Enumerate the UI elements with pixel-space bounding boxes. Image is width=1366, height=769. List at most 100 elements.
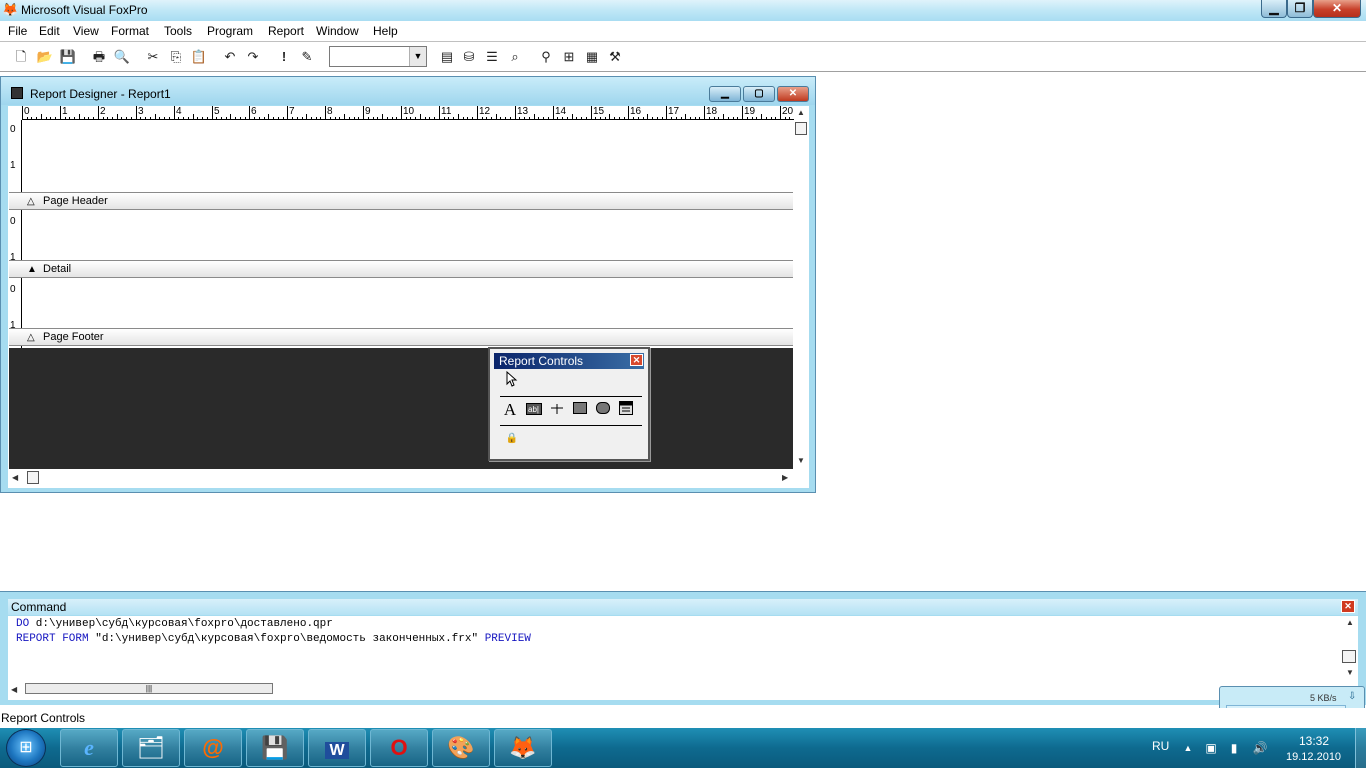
vertical-scrollbar[interactable]: ▲ ▼ bbox=[794, 106, 809, 469]
menu-tools[interactable]: Tools bbox=[161, 24, 195, 39]
menu-help[interactable]: Help bbox=[370, 24, 401, 39]
toolbox-icon[interactable]: ⚒ bbox=[604, 46, 626, 68]
page-header-area[interactable] bbox=[22, 121, 793, 192]
print-preview-icon[interactable]: 🔍 bbox=[111, 46, 133, 68]
undo-icon[interactable]: ↶ bbox=[219, 46, 241, 68]
menu-edit[interactable]: Edit bbox=[36, 24, 63, 39]
menu-window[interactable]: Window bbox=[313, 24, 362, 39]
code-icon[interactable]: ⌕ bbox=[504, 46, 526, 68]
button-lock-icon[interactable]: 🔒 bbox=[502, 429, 522, 449]
scroll-up-icon[interactable]: ▲ bbox=[797, 108, 805, 118]
scroll-right-icon[interactable]: ▶ bbox=[782, 473, 788, 483]
open-icon[interactable]: 📂 bbox=[34, 46, 56, 68]
clock-date[interactable]: 19.12.2010 bbox=[1286, 751, 1341, 763]
designer-maximize-button[interactable]: ▢ bbox=[743, 86, 775, 102]
maximize-button[interactable]: ❐ bbox=[1287, 0, 1313, 18]
word-icon[interactable]: W bbox=[308, 729, 366, 767]
close-icon[interactable]: ✕ bbox=[630, 354, 643, 366]
report-designer-titlebar[interactable]: Report Designer - Report1 ▁ ▢ ✕ bbox=[1, 77, 815, 105]
chevron-down-icon[interactable]: ▼ bbox=[409, 47, 426, 66]
band-label: Detail bbox=[43, 263, 72, 275]
minimize-button[interactable]: ▁ bbox=[1261, 0, 1287, 18]
floppy-save-icon[interactable]: 💾 bbox=[246, 729, 304, 767]
data-session-icon[interactable]: ⛁ bbox=[458, 46, 480, 68]
class-browser-icon[interactable]: ⚲ bbox=[535, 46, 557, 68]
band-page-header[interactable]: △ Page Header bbox=[9, 192, 793, 210]
scroll-thumb[interactable] bbox=[795, 122, 807, 135]
print-icon[interactable]: 🖶 bbox=[88, 46, 110, 68]
foxpro-app-icon[interactable]: 🦊 bbox=[2, 3, 18, 17]
detail-area[interactable] bbox=[22, 211, 793, 260]
scroll-down-icon[interactable]: ▼ bbox=[1346, 668, 1354, 678]
toolbar-separator bbox=[82, 47, 83, 67]
band-detail[interactable]: ▲ Detail bbox=[9, 260, 793, 278]
start-button[interactable]: ⊞ bbox=[6, 729, 46, 767]
report-controls-titlebar[interactable]: Report Controls ✕ bbox=[494, 353, 644, 369]
page-footer-area[interactable] bbox=[22, 279, 793, 328]
triangle-up-icon: △ bbox=[27, 332, 35, 343]
opera-icon[interactable]: O bbox=[370, 729, 428, 767]
scroll-left-icon[interactable]: ◀ bbox=[12, 473, 18, 483]
save-icon[interactable]: 💾 bbox=[57, 46, 79, 68]
report-controls-title: Report Controls bbox=[499, 354, 584, 368]
properties-icon[interactable]: ☰ bbox=[481, 46, 503, 68]
scroll-thumb[interactable] bbox=[27, 471, 39, 484]
show-hidden-icons[interactable]: ▲ bbox=[1180, 740, 1196, 756]
designer-close-button[interactable]: ✕ bbox=[777, 86, 809, 102]
command-editor[interactable]: DO d:\универ\субд\курсовая\foxpro\достав… bbox=[8, 616, 1358, 700]
rounded-rectangle-tool-icon[interactable] bbox=[593, 400, 613, 420]
modify-icon[interactable]: ✎ bbox=[296, 46, 318, 68]
line-tool-icon[interactable] bbox=[547, 400, 567, 420]
close-icon[interactable]: ✕ bbox=[1341, 600, 1355, 613]
vruler-number: 1 bbox=[10, 160, 16, 171]
scroll-left-icon[interactable]: ◀ bbox=[11, 685, 17, 695]
band-page-footer[interactable]: △ Page Footer bbox=[9, 328, 793, 346]
command-line[interactable]: REPORT FORM "d:\универ\субд\курсовая\fox… bbox=[16, 632, 531, 646]
menu-report[interactable]: Report bbox=[265, 24, 307, 39]
menu-program[interactable]: Program bbox=[204, 24, 256, 39]
copy-icon[interactable]: ⎘ bbox=[165, 46, 187, 68]
volume-icon[interactable]: 🔊 bbox=[1252, 740, 1268, 756]
command-window-icon[interactable]: ▤ bbox=[436, 46, 458, 68]
menu-format[interactable]: Format bbox=[108, 24, 152, 39]
command-line[interactable]: DO d:\универ\субд\курсовая\foxpro\достав… bbox=[16, 617, 333, 631]
field-tool-icon[interactable]: ab| bbox=[524, 400, 544, 420]
command-window-titlebar[interactable]: Command ✕ bbox=[8, 599, 1358, 615]
toolbar-grip[interactable] bbox=[5, 47, 6, 67]
menu-view[interactable]: View bbox=[70, 24, 102, 39]
scroll-thumb[interactable]: ||| bbox=[25, 683, 273, 694]
redo-icon[interactable]: ↷ bbox=[242, 46, 264, 68]
select-objects-icon[interactable] bbox=[502, 370, 522, 391]
designer-minimize-button[interactable]: ▁ bbox=[709, 86, 741, 102]
close-button[interactable]: ✕ bbox=[1313, 0, 1361, 18]
component-gallery-icon[interactable]: ▦ bbox=[581, 46, 603, 68]
paint-icon[interactable]: 🎨 bbox=[432, 729, 490, 767]
paste-icon[interactable]: 📋 bbox=[188, 46, 210, 68]
menu-file[interactable]: File bbox=[5, 24, 30, 39]
scroll-up-icon[interactable]: ▲ bbox=[1346, 618, 1354, 628]
object-browser-icon[interactable]: ⊞ bbox=[558, 46, 580, 68]
command-text: d:\универ\субд\курсовая\foxpro\доставлен… bbox=[29, 618, 333, 630]
language-indicator[interactable]: RU bbox=[1152, 739, 1169, 753]
run-icon[interactable]: ! bbox=[273, 46, 295, 68]
file-explorer-icon[interactable]: 🗂 bbox=[122, 729, 180, 767]
scroll-thumb[interactable] bbox=[1342, 650, 1356, 663]
ruler-number: 19 bbox=[744, 106, 756, 117]
cut-icon[interactable]: ✂ bbox=[142, 46, 164, 68]
clock-time[interactable]: 13:32 bbox=[1299, 734, 1329, 748]
horizontal-scrollbar[interactable]: ◀ ▶ bbox=[9, 469, 794, 486]
device-icon[interactable]: ▣ bbox=[1203, 740, 1219, 756]
ruler-number: 12 bbox=[479, 106, 491, 117]
network-icon[interactable]: ▮ bbox=[1226, 740, 1242, 756]
label-tool-icon[interactable]: A bbox=[500, 400, 520, 420]
show-desktop-button[interactable] bbox=[1355, 728, 1366, 768]
rectangle-tool-icon[interactable] bbox=[570, 400, 590, 420]
scroll-down-icon[interactable]: ▼ bbox=[797, 456, 805, 466]
foxpro-icon[interactable]: 🦊 bbox=[494, 729, 552, 767]
new-icon[interactable]: 🗋 bbox=[10, 46, 32, 68]
mail-icon[interactable]: @ bbox=[184, 729, 242, 767]
internet-explorer-icon[interactable]: e bbox=[60, 729, 118, 767]
report-controls-toolbar: Report Controls ✕ A ab| 🔒 bbox=[488, 347, 650, 461]
toolbar-separator bbox=[432, 47, 433, 67]
picture-ole-tool-icon[interactable] bbox=[616, 400, 636, 420]
